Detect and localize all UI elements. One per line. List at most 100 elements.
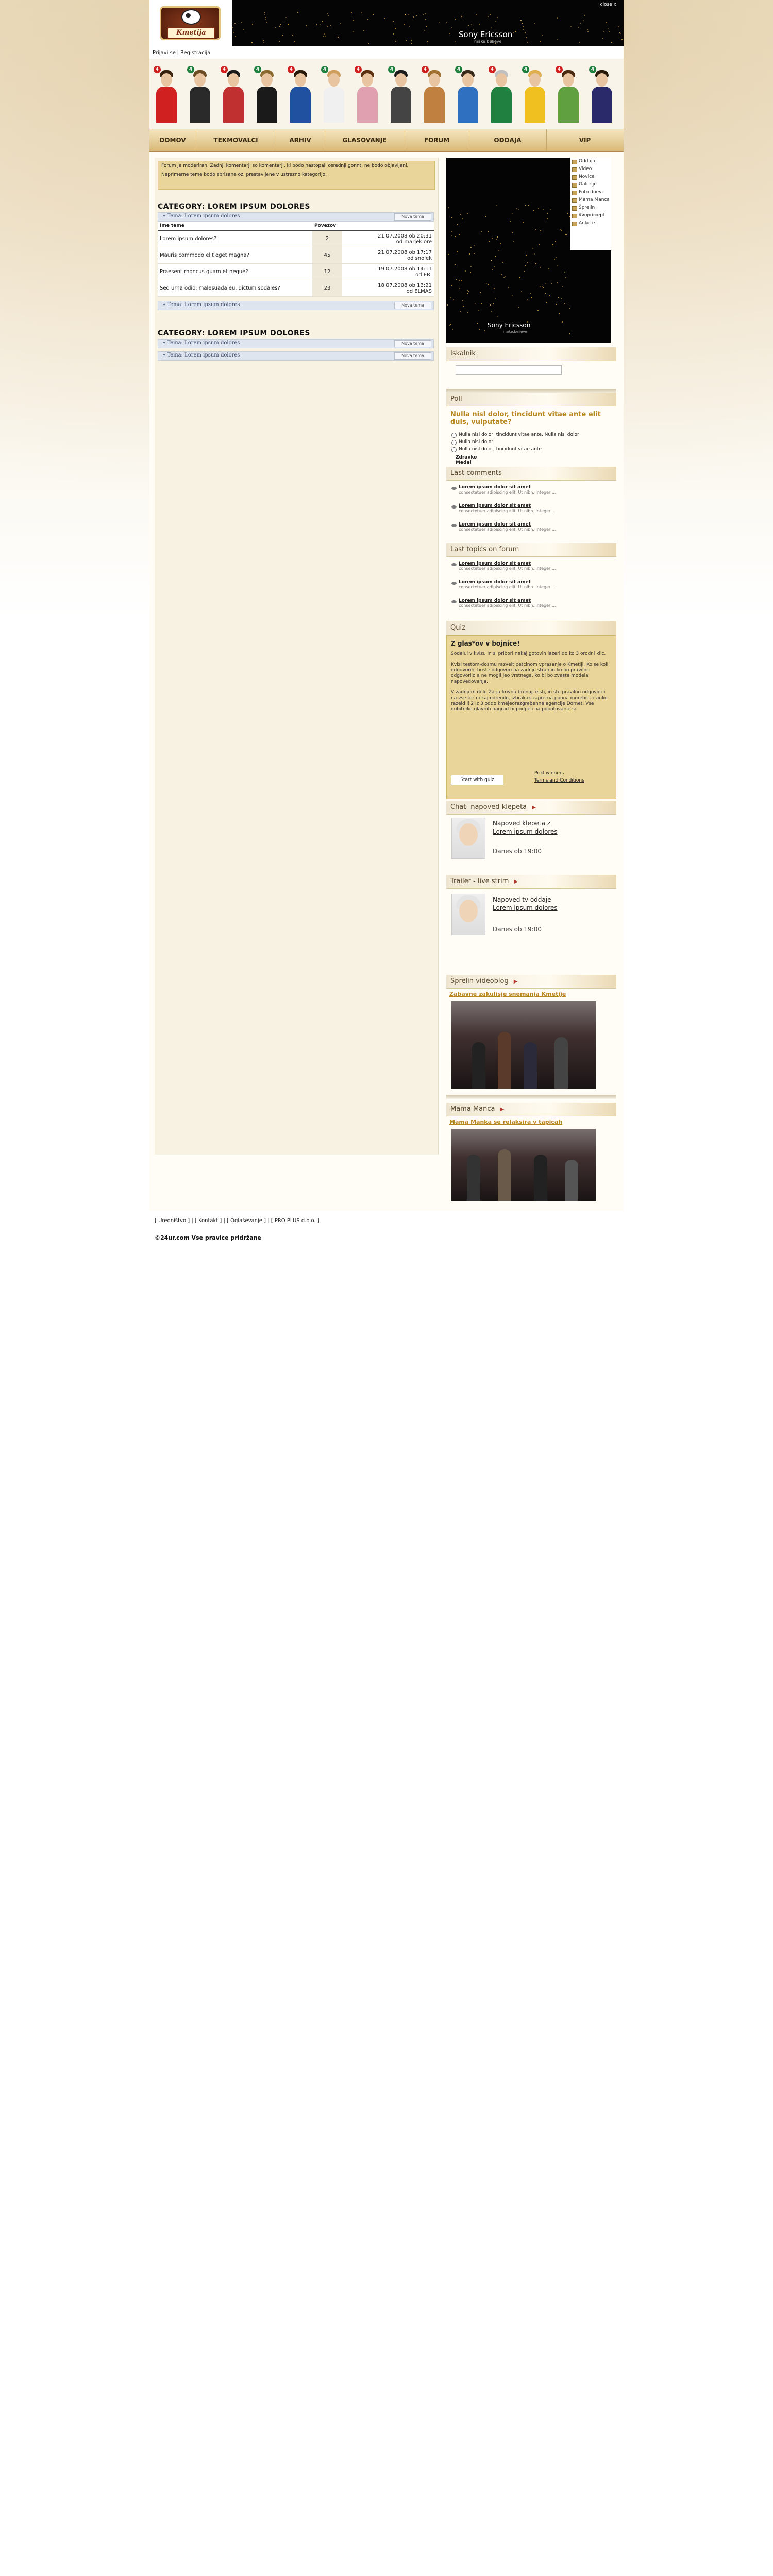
nav-domov[interactable]: DOMOV xyxy=(149,129,196,151)
register-link[interactable]: Registracija xyxy=(180,50,210,56)
start-quiz-button[interactable]: Start with quiz xyxy=(451,775,503,785)
contestant-photo[interactable]: 4 xyxy=(556,66,581,123)
light-dot xyxy=(520,20,522,22)
video-menu-item[interactable]: Galerije xyxy=(570,181,611,189)
videoblog-thumbnail[interactable] xyxy=(451,1001,596,1089)
video-menu-item[interactable]: Foto dnevi xyxy=(570,189,611,196)
contestant-photo[interactable]: 4 xyxy=(221,66,246,123)
light-dot xyxy=(526,255,527,256)
video-menu-item[interactable]: Mama Manca xyxy=(570,196,611,204)
nav-oddaja[interactable]: ODDAJA xyxy=(469,129,547,151)
light-dot xyxy=(363,29,365,31)
video-menu-item[interactable]: Šprelin videoblog xyxy=(570,204,611,218)
poll-option[interactable]: Nulla nisl dolor, tincidunt vitae ante xyxy=(450,446,612,453)
video-menu-item[interactable]: Oddaja xyxy=(570,158,611,165)
light-dot xyxy=(538,244,540,245)
topic-title[interactable]: Mauris commodo elit eget magna? xyxy=(158,247,312,264)
video-menu-item[interactable]: Video xyxy=(570,165,611,173)
nav-vip[interactable]: VIP xyxy=(546,129,624,151)
last-post-author[interactable]: od ELMAS xyxy=(407,289,432,294)
new-topic-button[interactable]: Nova tema xyxy=(394,340,431,347)
light-dot xyxy=(395,40,396,42)
nav-glasovanje[interactable]: GLASOVANJE xyxy=(325,129,405,151)
crumb-link[interactable]: » Tema: Lorem ipsum dolores xyxy=(162,352,240,358)
videoblog-link[interactable]: Zabavne zakulisje snemanja Kmetije xyxy=(449,991,566,997)
comment-link[interactable]: Lorem ipsum dolor sit amet xyxy=(459,503,612,509)
poll-link-results[interactable]: Zdravko xyxy=(450,455,612,460)
trailer-link[interactable]: Lorem ipsum dolores xyxy=(493,904,558,911)
light-dot xyxy=(551,283,553,284)
video-player[interactable]: Sony Ericsson make.believe Oddaja Video … xyxy=(446,158,611,343)
last-post-author[interactable]: od ERI xyxy=(415,272,432,278)
contestant-photo[interactable]: 4 xyxy=(355,66,380,123)
comment-link[interactable]: Lorem ipsum dolor sit amet xyxy=(459,522,612,527)
contestant-photo[interactable]: 4 xyxy=(422,66,447,123)
light-dot xyxy=(603,31,605,32)
light-dot xyxy=(424,29,425,31)
crumb-link[interactable]: » Tema: Lorem ipsum dolores xyxy=(162,302,240,308)
last-post-author[interactable]: od snolek xyxy=(407,256,432,261)
table-row[interactable]: Lorem ipsum dolores? 2 21.07.2008 ob 20:… xyxy=(158,230,434,247)
login-link[interactable]: Prijavi se xyxy=(153,50,176,56)
video-menu-item[interactable]: Novice xyxy=(570,173,611,181)
top-banner-ad[interactable]: Sony Ericsson make.believe close x xyxy=(232,0,624,46)
nav-arhiv[interactable]: ARHIV xyxy=(276,129,325,151)
mama-link[interactable]: Mama Manka se relaksira v tapicah xyxy=(449,1118,562,1125)
topic-title[interactable]: Lorem ipsum dolores? xyxy=(158,230,312,247)
contestant-photo[interactable]: 4 xyxy=(589,66,615,123)
site-logo[interactable]: Kmetija xyxy=(149,0,232,46)
last-post-author[interactable]: od marjeklore xyxy=(396,239,432,245)
contestant-photo[interactable]: 4 xyxy=(489,66,514,123)
light-dot xyxy=(530,292,531,294)
contestant-photo[interactable]: 4 xyxy=(455,66,481,123)
video-menu-item[interactable]: Tvoj recept xyxy=(570,212,611,219)
light-dot xyxy=(447,304,448,306)
new-topic-button[interactable]: Nova tema xyxy=(394,352,431,360)
topic-link[interactable]: Lorem ipsum dolor sit amet xyxy=(459,598,612,603)
contestant-photo[interactable]: 4 xyxy=(388,66,414,123)
table-row[interactable]: Sed urna odio, malesuada eu, dictum soda… xyxy=(158,280,434,297)
search-input[interactable] xyxy=(456,365,562,375)
new-topic-button[interactable]: Nova tema xyxy=(394,302,431,309)
footer-links[interactable]: [ Uredništvo ] | [ Kontakt ] | [ Oglašev… xyxy=(155,1218,320,1224)
contestant-photo[interactable]: 4 xyxy=(321,66,347,123)
light-dot xyxy=(525,205,526,206)
previous-winners-link[interactable]: Prikl winners xyxy=(534,771,564,776)
topic-excerpt: consectetuer adipiscing elit. Ut nibh. I… xyxy=(459,585,556,589)
light-dot xyxy=(528,205,529,207)
poll-link-vote[interactable]: Medel xyxy=(450,460,612,465)
topic-title[interactable]: Praesent rhoncus quam et neque? xyxy=(158,263,312,280)
light-dot xyxy=(281,35,283,37)
crumb-link[interactable]: » Tema: Lorem ipsum dolores xyxy=(162,340,240,346)
contestant-photo[interactable]: 4 xyxy=(288,66,313,123)
light-dot xyxy=(558,296,559,298)
table-row[interactable]: Praesent rhoncus quam et neque? 12 19.07… xyxy=(158,263,434,280)
mama-thumbnail[interactable] xyxy=(451,1129,596,1201)
contestant-photo[interactable]: 4 xyxy=(254,66,280,123)
contestant-photo[interactable]: 4 xyxy=(522,66,548,123)
light-dot xyxy=(367,19,368,21)
poll-option[interactable]: Nulla nisl dolor xyxy=(450,438,612,446)
topic-title[interactable]: Sed urna odio, malesuada eu, dictum soda… xyxy=(158,280,312,297)
nav-forum[interactable]: FORUM xyxy=(405,129,469,151)
light-dot xyxy=(566,234,567,235)
video-menu-item[interactable]: Ankete xyxy=(570,219,611,227)
banner-close-button[interactable]: close x xyxy=(600,2,616,7)
light-dot xyxy=(541,35,543,36)
crumb-link[interactable]: » Tema: Lorem ipsum dolores xyxy=(162,213,240,219)
contestant-photo[interactable]: 4 xyxy=(154,66,179,123)
light-dot xyxy=(518,307,519,308)
poll-option[interactable]: Nulla nisl dolor, tincidunt vitae ante. … xyxy=(450,431,612,438)
nav-tekmovalci[interactable]: TEKMOVALCI xyxy=(196,129,276,151)
chat-link[interactable]: Lorem ipsum dolores xyxy=(493,828,558,835)
contestant-photo[interactable]: 4 xyxy=(187,66,213,123)
cow-icon xyxy=(181,9,201,25)
topic-link[interactable]: Lorem ipsum dolor sit amet xyxy=(459,561,612,566)
table-row[interactable]: Mauris commodo elit eget magna? 45 21.07… xyxy=(158,247,434,264)
new-topic-button[interactable]: Nova tema xyxy=(394,213,431,221)
topic-link[interactable]: Lorem ipsum dolor sit amet xyxy=(459,580,612,585)
light-dot xyxy=(619,33,621,34)
comment-link[interactable]: Lorem ipsum dolor sit amet xyxy=(459,485,612,490)
light-dot xyxy=(516,208,517,210)
terms-link[interactable]: Terms and Conditions xyxy=(534,778,584,783)
